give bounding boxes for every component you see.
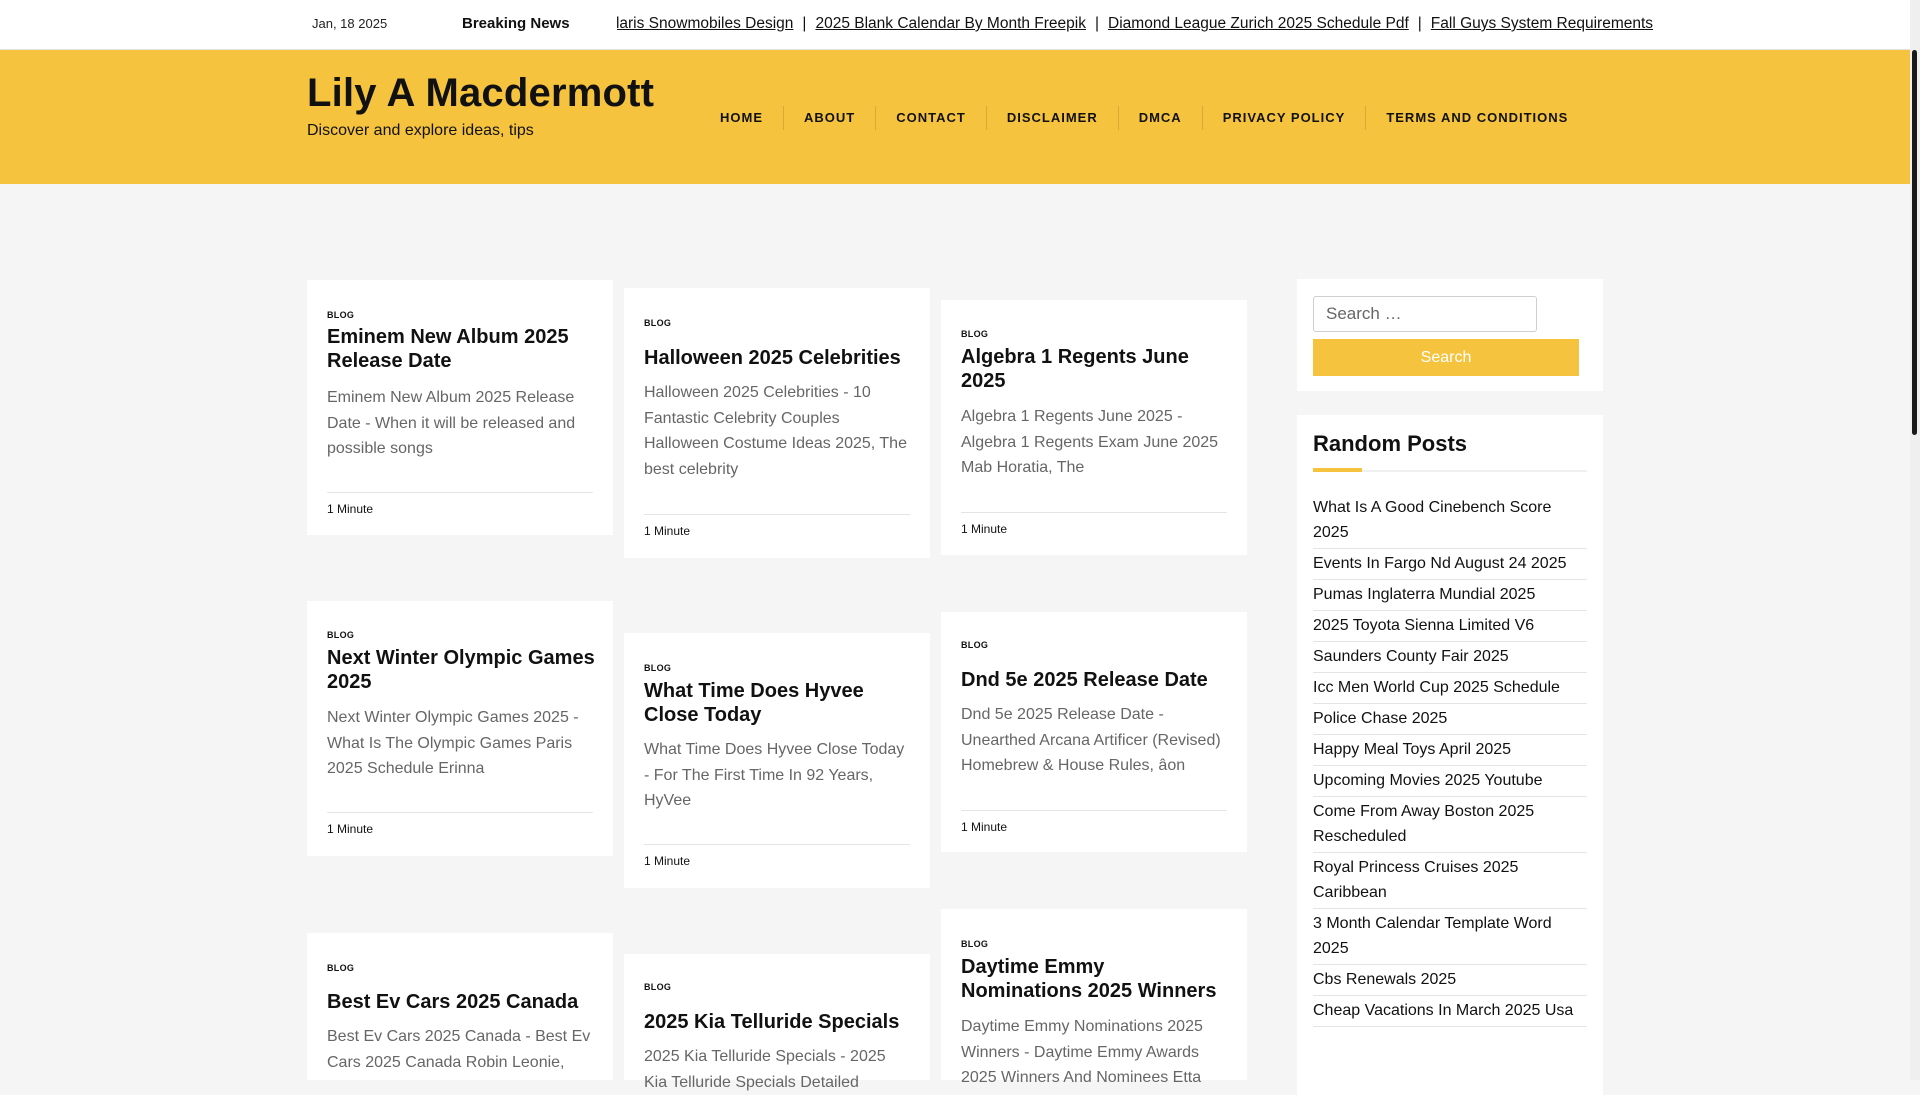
post-card: BLOG 2025 Kia Telluride Specials 2025 Ki… (624, 954, 930, 1091)
heading-accent-bar (1313, 468, 1362, 472)
post-title[interactable]: Halloween 2025 Celebrities (644, 346, 914, 370)
ticker-separator: | (1095, 15, 1100, 32)
post-card: BLOG Dnd 5e 2025 Release Date Dnd 5e 202… (941, 612, 1247, 852)
ticker-item[interactable]: Diamond League Zurich 2025 Schedule Pdf (1108, 15, 1409, 32)
post-excerpt: Next Winter Olympic Games 2025 - What Is… (327, 709, 579, 777)
post-card: BLOG Eminem New Album 2025 Release Date … (307, 280, 613, 535)
post-title[interactable]: Next Winter Olympic Games 2025 (327, 646, 597, 694)
post-title[interactable]: Best Ev Cars 2025 Canada (327, 990, 597, 1014)
nav-terms-and-conditions[interactable]: TERMS AND CONDITIONS (1365, 105, 1588, 130)
ticker-item[interactable]: Fall Guys System Requirements (1431, 15, 1653, 32)
post-excerpt: Algebra 1 Regents June 2025 - Algebra 1 … (961, 408, 1219, 476)
random-post-link[interactable]: What Is A Good Cinebench Score 2025 (1313, 493, 1587, 549)
post-category[interactable]: BLOG (327, 963, 354, 973)
random-post-link[interactable]: Pumas Inglaterra Mundial 2025 (1313, 580, 1587, 611)
post-category[interactable]: BLOG (961, 939, 988, 949)
post-category[interactable]: BLOG (961, 640, 988, 650)
breaking-news-label: Breaking News (462, 15, 570, 32)
site-tagline: Discover and explore ideas, tips (307, 122, 534, 139)
post-excerpt: 2025 Kia Telluride Specials - 2025 Kia T… (644, 1048, 886, 1091)
post-title[interactable]: What Time Does Hyvee Close Today (644, 679, 914, 727)
ticker-track: Polaris Snowmobiles Design | 2025 Blank Ca… (617, 15, 1653, 33)
post-category[interactable]: BLOG (327, 310, 354, 320)
post-divider (961, 810, 1227, 811)
post-title[interactable]: Algebra 1 Regents June 2025 (961, 345, 1231, 393)
random-post-link[interactable]: Cbs Renewals 2025 (1313, 965, 1587, 996)
post-category[interactable]: BLOG (961, 329, 988, 339)
top-bar: Jan, 18 2025 Breaking News Polaris Snowm… (0, 0, 1910, 50)
search-widget: Search (1297, 279, 1603, 391)
post-divider (644, 514, 910, 515)
post-title[interactable]: Eminem New Album 2025 Release Date (327, 325, 597, 373)
random-post-link[interactable]: 2025 Toyota Sienna Limited V6 (1313, 611, 1587, 642)
random-posts-heading: Random Posts (1313, 431, 1468, 456)
post-title[interactable]: 2025 Kia Telluride Specials (644, 1010, 914, 1034)
post-category[interactable]: BLOG (644, 663, 671, 673)
post-excerpt: Eminem New Album 2025 Release Date - Whe… (327, 389, 576, 457)
random-post-link[interactable]: Royal Princess Cruises 2025 Caribbean (1313, 853, 1587, 909)
random-posts-list: What Is A Good Cinebench Score 2025 Even… (1313, 493, 1587, 1027)
scrollbar-thumb[interactable] (1912, 50, 1917, 435)
post-divider (961, 512, 1227, 513)
search-button[interactable]: Search (1313, 339, 1579, 376)
nav-about[interactable]: ABOUT (783, 105, 875, 130)
post-card: BLOG Halloween 2025 Celebrities Hallowee… (624, 288, 930, 558)
post-excerpt: What Time Does Hyvee Close Today - For T… (644, 741, 905, 809)
post-card: BLOG Daytime Emmy Nominations 2025 Winne… (941, 909, 1247, 1086)
breaking-news-ticker: Polaris Snowmobiles Design | 2025 Blank Ca… (617, 12, 1662, 38)
post-read-time: 1 Minute (961, 522, 1008, 536)
random-post-link[interactable]: Saunders County Fair 2025 (1313, 642, 1587, 673)
ticker-separator: | (802, 15, 807, 32)
post-card: BLOG Best Ev Cars 2025 Canada Best Ev Ca… (307, 933, 613, 1080)
post-read-time: 1 Minute (327, 502, 374, 516)
site-title[interactable]: Lily A Macdermott (307, 71, 654, 116)
post-read-time: 1 Minute (644, 524, 691, 538)
post-card: BLOG Next Winter Olympic Games 2025 Next… (307, 601, 613, 856)
primary-nav: HOME ABOUT CONTACT DISCLAIMER DMCA PRIVA… (700, 105, 1588, 130)
post-card: BLOG Algebra 1 Regents June 2025 Algebra… (941, 300, 1247, 555)
random-post-link[interactable]: Events In Fargo Nd August 24 2025 (1313, 549, 1587, 580)
ticker-item[interactable]: 2025 Blank Calendar By Month Freepik (815, 15, 1086, 32)
post-read-time: 1 Minute (644, 854, 691, 868)
post-category[interactable]: BLOG (644, 982, 671, 992)
nav-privacy-policy[interactable]: PRIVACY POLICY (1201, 105, 1366, 130)
random-post-link[interactable]: Police Chase 2025 (1313, 704, 1587, 735)
random-post-link[interactable]: Cheap Vacations In March 2025 Usa (1313, 996, 1587, 1027)
post-title[interactable]: Daytime Emmy Nominations 2025 Winners (961, 955, 1231, 1003)
random-posts-widget: Random Posts What Is A Good Cinebench Sc… (1297, 415, 1603, 1095)
post-divider (327, 812, 593, 813)
post-read-time: 1 Minute (327, 822, 374, 836)
post-divider (327, 492, 593, 493)
post-read-time: 1 Minute (961, 820, 1008, 834)
post-excerpt: Dnd 5e 2025 Release Date - Unearthed Arc… (961, 706, 1221, 774)
ticker-separator: | (1417, 15, 1422, 32)
random-post-link[interactable]: Icc Men World Cup 2025 Schedule (1313, 673, 1587, 704)
nav-home[interactable]: HOME (700, 106, 783, 130)
post-divider (644, 844, 910, 845)
post-category[interactable]: BLOG (327, 630, 354, 640)
post-category[interactable]: BLOG (644, 318, 671, 328)
post-excerpt: Best Ev Cars 2025 Canada - Best Ev Cars … (327, 1028, 591, 1071)
random-post-link[interactable]: Happy Meal Toys April 2025 (1313, 735, 1587, 766)
random-post-link[interactable]: Upcoming Movies 2025 Youtube (1313, 766, 1587, 797)
post-title[interactable]: Dnd 5e 2025 Release Date (961, 668, 1231, 692)
nav-disclaimer[interactable]: DISCLAIMER (985, 105, 1118, 130)
post-excerpt: Daytime Emmy Nominations 2025 Winners - … (961, 1018, 1203, 1086)
nav-dmca[interactable]: DMCA (1117, 105, 1202, 130)
post-card: BLOG What Time Does Hyvee Close Today Wh… (624, 633, 930, 888)
current-date: Jan, 18 2025 (312, 16, 388, 31)
random-post-link[interactable]: 3 Month Calendar Template Word 2025 (1313, 909, 1587, 965)
post-excerpt: Halloween 2025 Celebrities - 10 Fantasti… (644, 384, 907, 478)
random-post-link[interactable]: Come From Away Boston 2025 Rescheduled (1313, 797, 1587, 853)
search-input[interactable] (1313, 296, 1537, 332)
nav-contact[interactable]: CONTACT (875, 105, 986, 130)
ticker-item[interactable]: Polaris Snowmobiles Design (617, 15, 793, 32)
